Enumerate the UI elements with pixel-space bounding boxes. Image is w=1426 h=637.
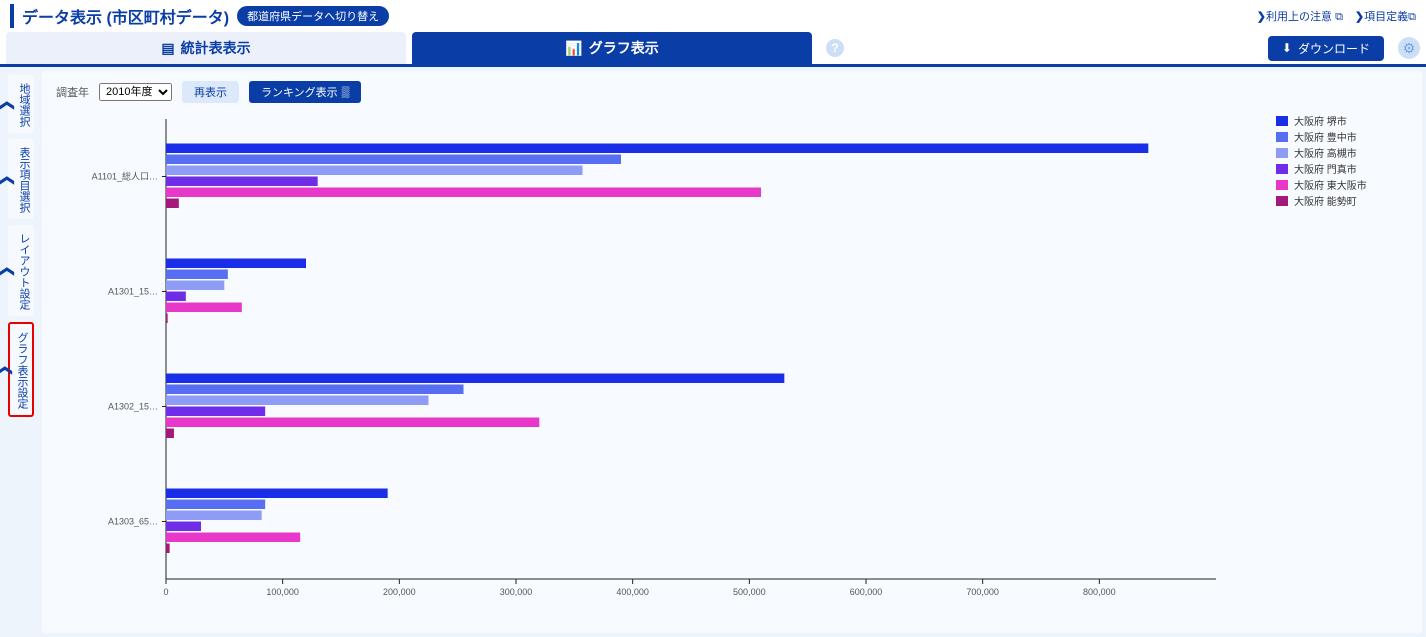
legend-label: 大阪府 高槻市 (1294, 145, 1357, 160)
svg-text:600,000: 600,000 (850, 587, 883, 597)
sidebar-layout-settings[interactable]: レイアウト設定 ❯ (8, 225, 34, 316)
legend-label: 大阪府 能勢町 (1294, 193, 1357, 208)
svg-text:200,000: 200,000 (383, 587, 416, 597)
svg-text:700,000: 700,000 (966, 587, 999, 597)
help-icon[interactable]: ? (826, 39, 844, 57)
svg-text:300,000: 300,000 (500, 587, 533, 597)
usage-notes-link[interactable]: ❯利用上の注意 ⧉ (1257, 8, 1343, 24)
svg-text:A1302_15…: A1302_15… (108, 402, 158, 412)
legend-item: 大阪府 門真市 (1276, 161, 1408, 176)
legend-label: 大阪府 東大阪市 (1294, 177, 1367, 192)
legend-item: 大阪府 豊中市 (1276, 129, 1408, 144)
legend-swatch (1276, 180, 1288, 190)
survey-year-label: 調査年 (56, 84, 89, 100)
legend-label: 大阪府 門真市 (1294, 161, 1357, 176)
svg-text:A1301_15…: A1301_15… (108, 287, 158, 297)
legend-swatch (1276, 148, 1288, 158)
sidebar-graph-settings[interactable]: グラフ表示設定 ❯ (8, 322, 34, 417)
chevron-right-icon: ❯ (0, 365, 13, 377)
switch-prefecture-pill[interactable]: 都道府県データへ切り替え (237, 6, 389, 26)
settings-gear-icon[interactable]: ⚙ (1398, 37, 1420, 59)
ranking-icon: ▒ (342, 86, 350, 98)
chevron-right-icon: ❯ (0, 266, 15, 278)
legend-label: 大阪府 豊中市 (1294, 129, 1357, 144)
popup-icon: ⧉ (1335, 11, 1343, 23)
bar-chart-icon: 📊 (565, 40, 582, 57)
legend-item: 大阪府 堺市 (1276, 113, 1408, 128)
page-title: データ表示 (市区町村データ) 都道府県データへ切り替え (10, 4, 389, 28)
chevron-right-icon: ❯ (0, 174, 15, 186)
item-definition-link[interactable]: ❯項目定義⧉ (1355, 8, 1416, 24)
sidebar-item-select[interactable]: 表示項目選択 ❯ (8, 139, 34, 219)
legend-item: 大阪府 高槻市 (1276, 145, 1408, 160)
legend-item: 大阪府 東大阪市 (1276, 177, 1408, 192)
tab-graph-view[interactable]: 📊グラフ表示 (412, 32, 812, 64)
legend-swatch (1276, 164, 1288, 174)
chevron-right-icon: ❯ (0, 99, 15, 111)
chevron-right-icon: ❯ (1257, 11, 1266, 23)
legend-swatch (1276, 116, 1288, 126)
svg-text:A1101_総人口…: A1101_総人口… (92, 171, 158, 182)
tab-table-view[interactable]: ▤統計表表示 (6, 32, 406, 64)
ranking-display-button[interactable]: ランキング表示 ▒ (249, 81, 361, 103)
chart-legend: 大阪府 堺市大阪府 豊中市大阪府 高槻市大阪府 門真市大阪府 東大阪市大阪府 能… (1268, 109, 1408, 609)
legend-swatch (1276, 196, 1288, 206)
download-icon: ⬇ (1282, 41, 1292, 55)
legend-swatch (1276, 132, 1288, 142)
svg-text:800,000: 800,000 (1083, 587, 1116, 597)
svg-text:500,000: 500,000 (733, 587, 766, 597)
svg-text:400,000: 400,000 (616, 587, 649, 597)
title-text: データ表示 (市区町村データ) (22, 4, 229, 28)
svg-text:100,000: 100,000 (266, 587, 299, 597)
legend-item: 大阪府 能勢町 (1276, 193, 1408, 208)
grouped-bar-chart: 0 100,000 200,000 300,000 400,000 500,000 600,… (56, 109, 1268, 609)
popup-icon: ⧉ (1408, 11, 1416, 23)
svg-text:0: 0 (163, 587, 168, 597)
survey-year-select[interactable]: 2010年度 (99, 83, 172, 101)
legend-label: 大阪府 堺市 (1294, 113, 1347, 128)
redisplay-button[interactable]: 再表示 (182, 81, 239, 103)
svg-text:A1303_65…: A1303_65… (108, 517, 158, 527)
list-icon: ▤ (161, 40, 174, 57)
sidebar-region-select[interactable]: 地域選択 ❯ (8, 75, 34, 133)
chevron-right-icon: ❯ (1355, 11, 1364, 23)
download-button[interactable]: ⬇ダウンロード (1268, 36, 1384, 61)
